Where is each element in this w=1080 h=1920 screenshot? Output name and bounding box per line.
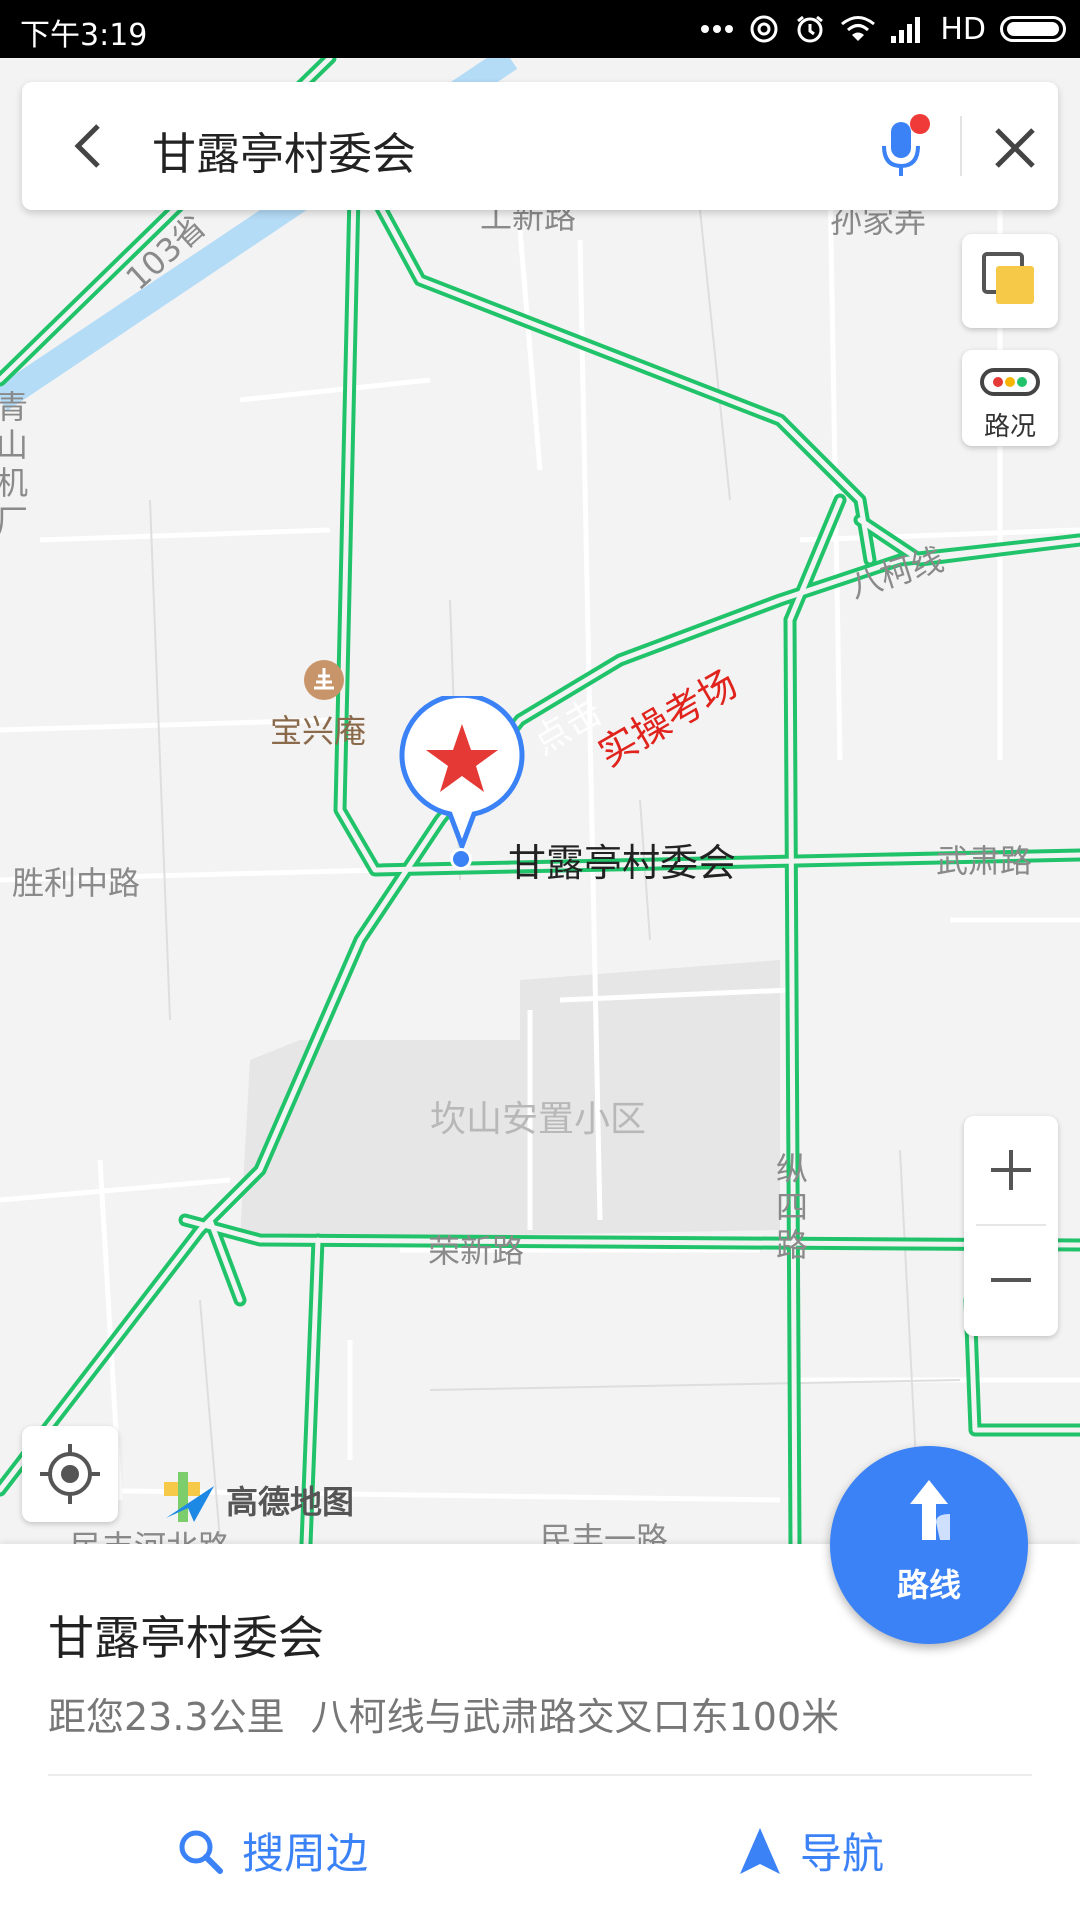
navigate-label: 导航 (800, 1829, 885, 1878)
route-arrow-icon (910, 1480, 950, 1540)
navigation-arrow-icon (740, 1827, 780, 1874)
navigate-button[interactable]: 导航 (738, 1820, 884, 1881)
location-marker[interactable] (398, 696, 526, 856)
brand-logo: 高德地图 (160, 1472, 354, 1528)
road-label-wusu: 武肃路 (936, 842, 1033, 880)
search-bar: 甘露亭村委会 (22, 82, 1058, 210)
marker-label: 甘露亭村委会 (508, 841, 737, 885)
signal-icon (890, 14, 926, 44)
traffic-button[interactable]: 路况 (962, 350, 1058, 446)
search-nearby-label: 搜周边 (242, 1829, 369, 1878)
route-button[interactable]: 路线 (830, 1446, 1028, 1644)
road-label-minfeng-1: 民丰一路 (540, 1520, 669, 1544)
road-label-shengli: 胜利中路 (12, 864, 141, 902)
close-icon[interactable] (987, 120, 1043, 176)
locate-button[interactable] (22, 1426, 118, 1522)
status-icons: HD (700, 8, 1066, 50)
traffic-light-icon (980, 368, 1040, 396)
star-pin-icon (399, 696, 525, 854)
zoom-out-button[interactable] (964, 1226, 1058, 1336)
wifi-icon (840, 15, 876, 43)
poi-label: 宝兴庵 (270, 712, 367, 750)
map-view[interactable]: 103省 工新路 孙家弄 青山机厂 八柯线 武肃路 胜利中路 荣新路 纵四路 坎… (0, 58, 1080, 1544)
left-edge-area-label: 青山机厂 (0, 388, 29, 540)
more-dots-icon (700, 24, 734, 34)
network-type: HD (940, 11, 986, 47)
temple-icon (304, 660, 344, 700)
search-icon (179, 1830, 223, 1874)
search-query[interactable]: 甘露亭村委会 (152, 118, 416, 182)
alarm-icon (794, 13, 826, 45)
zoom-controls (964, 1116, 1058, 1336)
status-time: 下午3:19 (20, 18, 148, 53)
search-divider (960, 116, 962, 176)
battery-icon (1000, 16, 1066, 42)
brand-text: 高德地图 (226, 1483, 355, 1521)
road-label-rongxin: 荣新路 (428, 1232, 525, 1270)
status-bar: 下午3:19 HD (0, 0, 1080, 58)
card-divider (48, 1774, 1032, 1776)
route-label: 路线 (896, 1566, 961, 1604)
search-nearby-button[interactable]: 搜周边 (176, 1820, 368, 1881)
layers-icon (982, 252, 1034, 304)
zoom-in-button[interactable] (964, 1116, 1058, 1224)
layers-button[interactable] (962, 234, 1058, 328)
place-title: 甘露亭村委会 (48, 1611, 324, 1665)
place-distance: 距您23.3公里 (48, 1695, 285, 1739)
plus-icon (991, 1150, 1031, 1190)
microphone-icon[interactable] (872, 112, 932, 182)
place-address: 八柯线与武肃路交叉口东100米 (310, 1695, 840, 1739)
back-arrow-icon[interactable] (60, 116, 120, 176)
traffic-label: 路况 (983, 412, 1036, 442)
amap-logo-icon (164, 1472, 214, 1522)
hotspot-icon (748, 13, 780, 45)
location-dot-icon (450, 848, 472, 870)
place-subtitle: 距您23.3公里 八柯线与武肃路交叉口东100米 (48, 1686, 839, 1741)
minus-icon (991, 1278, 1031, 1282)
road-label-zongsi: 纵四路 (776, 1150, 809, 1264)
area-label-kanshan: 坎山安置小区 (430, 1099, 647, 1140)
crosshair-icon (40, 1444, 100, 1504)
